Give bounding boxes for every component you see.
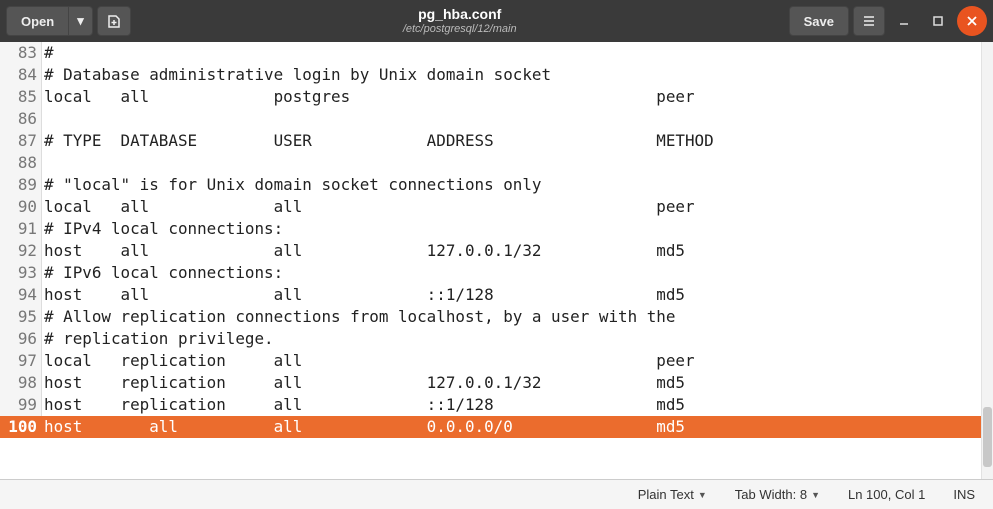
scrollbar-thumb[interactable] bbox=[983, 407, 992, 467]
line-number: 91 bbox=[0, 218, 42, 240]
editor-line[interactable]: 94host all all ::1/128 md5 bbox=[0, 284, 993, 306]
new-tab-button[interactable] bbox=[97, 6, 131, 36]
line-content: host replication all 127.0.0.1/32 md5 bbox=[42, 372, 993, 394]
line-number: 83 bbox=[0, 42, 42, 64]
open-button-group: Open ▾ bbox=[6, 6, 93, 36]
line-content: # TYPE DATABASE USER ADDRESS METHOD bbox=[42, 130, 993, 152]
editor-line[interactable]: 89# "local" is for Unix domain socket co… bbox=[0, 174, 993, 196]
line-number: 87 bbox=[0, 130, 42, 152]
line-number: 90 bbox=[0, 196, 42, 218]
line-number: 97 bbox=[0, 350, 42, 372]
line-content: host all all 0.0.0.0/0 md5 bbox=[42, 416, 993, 438]
line-content: local all postgres peer bbox=[42, 86, 993, 108]
maximize-button[interactable] bbox=[923, 6, 953, 36]
line-number: 96 bbox=[0, 328, 42, 350]
new-tab-icon bbox=[106, 13, 122, 29]
menu-button[interactable] bbox=[853, 6, 885, 36]
tab-width-selector[interactable]: Tab Width: 8 ▼ bbox=[735, 487, 820, 502]
scrollbar-vertical[interactable] bbox=[981, 42, 993, 479]
line-content bbox=[42, 108, 993, 130]
editor-line[interactable]: 85local all postgres peer bbox=[0, 86, 993, 108]
chevron-down-icon: ▼ bbox=[811, 490, 820, 500]
line-content: # "local" is for Unix domain socket conn… bbox=[42, 174, 993, 196]
line-content: host replication all ::1/128 md5 bbox=[42, 394, 993, 416]
editor-line[interactable]: 99host replication all ::1/128 md5 bbox=[0, 394, 993, 416]
line-content: # replication privilege. bbox=[42, 328, 993, 350]
close-icon bbox=[966, 15, 978, 27]
line-number: 95 bbox=[0, 306, 42, 328]
editor-line[interactable]: 96# replication privilege. bbox=[0, 328, 993, 350]
editor-line[interactable]: 84# Database administrative login by Uni… bbox=[0, 64, 993, 86]
line-number: 85 bbox=[0, 86, 42, 108]
hamburger-icon bbox=[862, 14, 876, 28]
maximize-icon bbox=[931, 14, 945, 28]
line-content: host all all ::1/128 md5 bbox=[42, 284, 993, 306]
document-path: /etc/postgresql/12/main bbox=[135, 23, 785, 36]
close-button[interactable] bbox=[957, 6, 987, 36]
open-recent-dropdown-button[interactable]: ▾ bbox=[68, 6, 93, 36]
editor-area[interactable]: 83#84# Database administrative login by … bbox=[0, 42, 993, 479]
editor-line[interactable]: 88 bbox=[0, 152, 993, 174]
syntax-mode-label: Plain Text bbox=[638, 487, 694, 502]
line-content: # IPv6 local connections: bbox=[42, 262, 993, 284]
editor-line[interactable]: 91# IPv4 local connections: bbox=[0, 218, 993, 240]
title-area: pg_hba.conf /etc/postgresql/12/main bbox=[135, 6, 785, 36]
editor-line[interactable]: 83# bbox=[0, 42, 993, 64]
line-number: 93 bbox=[0, 262, 42, 284]
line-content: local replication all peer bbox=[42, 350, 993, 372]
tab-width-label: Tab Width: 8 bbox=[735, 487, 807, 502]
editor-line[interactable]: 90local all all peer bbox=[0, 196, 993, 218]
insert-mode-indicator[interactable]: INS bbox=[953, 487, 975, 502]
line-number: 88 bbox=[0, 152, 42, 174]
line-number: 92 bbox=[0, 240, 42, 262]
editor-line[interactable]: 93# IPv6 local connections: bbox=[0, 262, 993, 284]
line-content bbox=[42, 152, 993, 174]
line-content: # IPv4 local connections: bbox=[42, 218, 993, 240]
minimize-button[interactable] bbox=[889, 6, 919, 36]
editor-line[interactable]: 87# TYPE DATABASE USER ADDRESS METHOD bbox=[0, 130, 993, 152]
line-content: # bbox=[42, 42, 993, 64]
chevron-down-icon: ▼ bbox=[698, 490, 707, 500]
statusbar: Plain Text ▼ Tab Width: 8 ▼ Ln 100, Col … bbox=[0, 479, 993, 509]
open-button[interactable]: Open bbox=[6, 6, 68, 36]
line-content: # Allow replication connections from loc… bbox=[42, 306, 993, 328]
editor-line[interactable]: 98host replication all 127.0.0.1/32 md5 bbox=[0, 372, 993, 394]
editor-line[interactable]: 97local replication all peer bbox=[0, 350, 993, 372]
line-number: 84 bbox=[0, 64, 42, 86]
line-content: host all all 127.0.0.1/32 md5 bbox=[42, 240, 993, 262]
chevron-down-icon: ▾ bbox=[77, 13, 84, 29]
cursor-position[interactable]: Ln 100, Col 1 bbox=[848, 487, 925, 502]
line-content: local all all peer bbox=[42, 196, 993, 218]
line-number: 89 bbox=[0, 174, 42, 196]
editor-line[interactable]: 92host all all 127.0.0.1/32 md5 bbox=[0, 240, 993, 262]
line-number: 98 bbox=[0, 372, 42, 394]
editor-line[interactable]: 86 bbox=[0, 108, 993, 130]
syntax-mode-selector[interactable]: Plain Text ▼ bbox=[638, 487, 707, 502]
line-number: 86 bbox=[0, 108, 42, 130]
line-number: 100 bbox=[0, 416, 42, 438]
line-number: 94 bbox=[0, 284, 42, 306]
minimize-icon bbox=[897, 14, 911, 28]
line-number: 99 bbox=[0, 394, 42, 416]
line-content: # Database administrative login by Unix … bbox=[42, 64, 993, 86]
titlebar: Open ▾ pg_hba.conf /etc/postgresql/12/ma… bbox=[0, 0, 993, 42]
document-title: pg_hba.conf bbox=[135, 6, 785, 23]
editor-line[interactable]: 95# Allow replication connections from l… bbox=[0, 306, 993, 328]
editor-line[interactable]: 100host all all 0.0.0.0/0 md5 bbox=[0, 416, 993, 438]
save-button[interactable]: Save bbox=[789, 6, 849, 36]
